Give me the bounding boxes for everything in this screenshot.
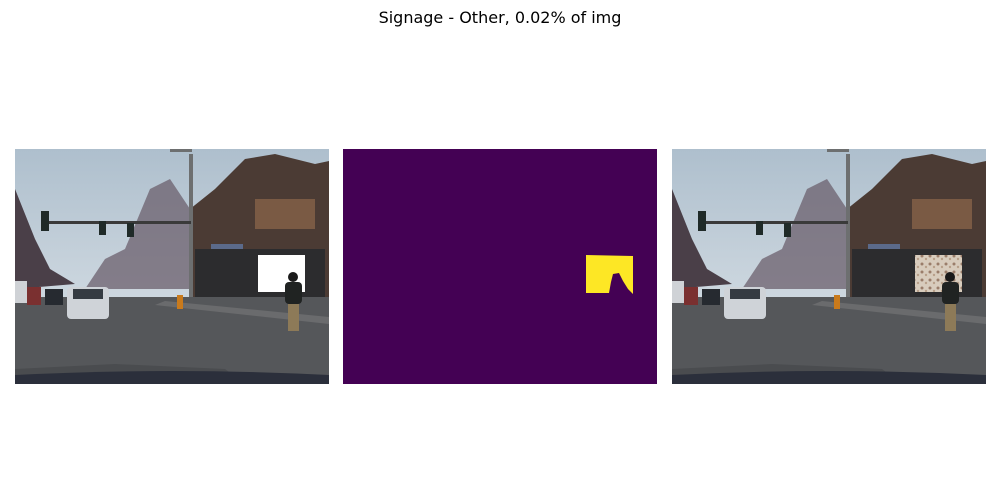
segmentation-mask (343, 149, 657, 384)
original-street-image (672, 149, 986, 384)
masked-street-image (15, 149, 329, 384)
figure-title: Signage - Other, 0.02% of img (378, 8, 622, 27)
